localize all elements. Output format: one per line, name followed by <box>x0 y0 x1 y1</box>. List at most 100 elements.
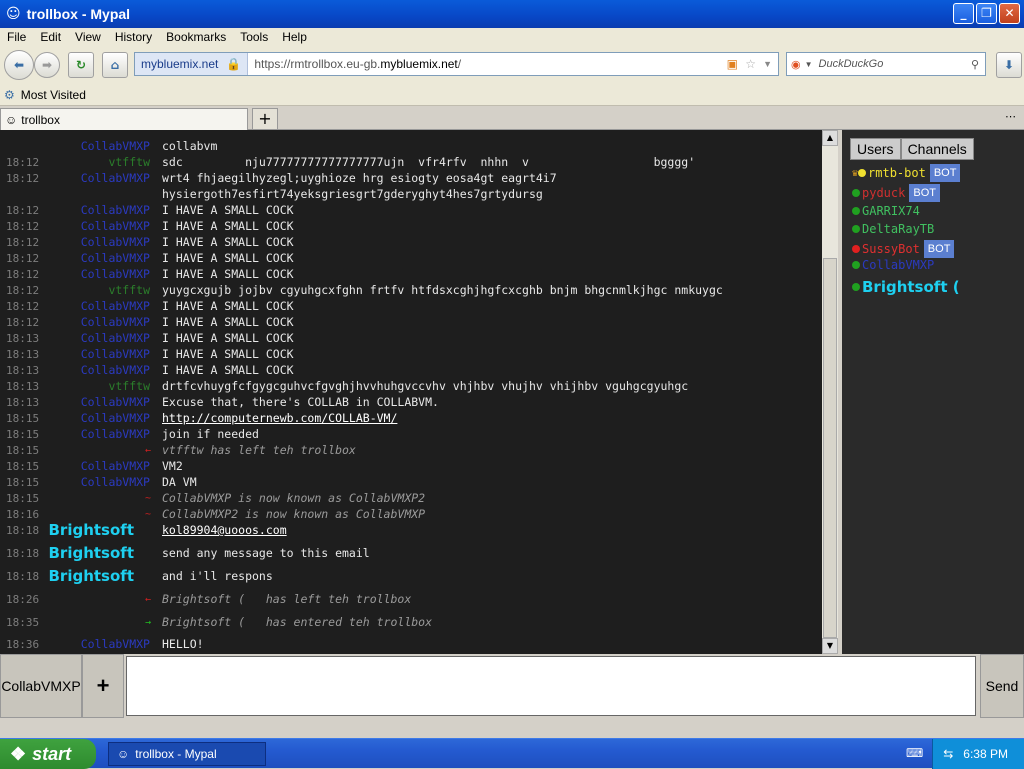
search-box[interactable]: ◉ ▼ DuckDuckGo ⚲ <box>786 52 986 76</box>
message-time: 18:13 <box>6 363 40 377</box>
message-nick[interactable]: CollabVMXP <box>81 395 150 409</box>
scroll-thumb[interactable] <box>823 258 837 638</box>
user-name[interactable]: SussyBot <box>862 242 920 256</box>
url-text[interactable]: https://rmtrollbox.eu-gb.mybluemix.net/ <box>248 57 461 71</box>
menu-view[interactable]: View <box>68 30 108 44</box>
chat-scrollbar[interactable]: ▲ ▼ <box>822 130 838 654</box>
event-arrow-icon: → <box>145 616 152 628</box>
message-nick[interactable]: Brightsoft <box>49 544 135 562</box>
menu-tools[interactable]: Tools <box>233 30 275 44</box>
tab-list-icon[interactable]: ⋯ <box>1005 110 1016 123</box>
message-nick[interactable]: CollabVMXP <box>81 331 150 345</box>
message-nick[interactable]: CollabVMXP <box>81 299 150 313</box>
user-list-item[interactable]: CollabVMXP <box>852 258 934 272</box>
user-list-item[interactable]: pyduck BOT <box>852 184 940 202</box>
tab-channels[interactable]: Channels <box>900 138 974 160</box>
url-bar[interactable]: mybluemix.net 🔒 https://rmtrollbox.eu-gb.… <box>134 52 779 76</box>
message-nick[interactable]: CollabVMXP <box>81 347 150 361</box>
downloads-button[interactable]: ⬇ <box>996 52 1022 78</box>
message-nick[interactable]: CollabVMXP <box>81 219 150 233</box>
message-nick[interactable]: CollabVMXP <box>81 411 150 425</box>
message-nick[interactable]: Brightsoft <box>49 521 135 539</box>
send-button[interactable]: Send <box>980 654 1024 718</box>
message-time: 18:12 <box>6 171 40 185</box>
tab-trollbox[interactable]: ☺ trollbox <box>0 108 248 130</box>
message-nick[interactable]: vtfftw <box>108 155 150 169</box>
network-icon[interactable]: ⇆ <box>943 747 953 761</box>
search-icon[interactable]: ⚲ <box>971 58 979 71</box>
chat-log[interactable]: CollabVMXP collabvm 18:12 vtfftw sdc nju7777… <box>0 130 822 654</box>
user-list-item[interactable]: ♛ rmtb-bot BOT <box>852 164 961 182</box>
message-nick[interactable]: CollabVMXP <box>81 427 150 441</box>
message-nick[interactable]: CollabVMXP <box>81 315 150 329</box>
close-button[interactable]: ✕ <box>999 3 1020 24</box>
keyboard-icon[interactable]: ⌨ <box>906 746 923 760</box>
chat-message: 18:12 CollabVMXP I HAVE A SMALL COCK <box>0 234 822 250</box>
dropdown-icon[interactable]: ▼ <box>763 59 772 69</box>
message-text: I HAVE A SMALL COCK <box>162 267 294 281</box>
forward-icon[interactable]: ➡ <box>34 52 60 78</box>
search-engine-dropdown-icon[interactable]: ▼ <box>805 60 813 69</box>
chat-message: 18:12 CollabVMXP I HAVE A SMALL COCK <box>0 266 822 282</box>
user-list-item[interactable]: DeltaRayTB <box>852 222 934 236</box>
user-list-item[interactable]: SussyBot BOT <box>852 240 955 258</box>
message-text: Excuse that, there's COLLAB in COLLABVM. <box>162 395 439 409</box>
back-button[interactable]: ⬅ <box>4 50 34 80</box>
site-identity[interactable]: mybluemix.net <box>141 57 218 71</box>
message-nick[interactable]: vtfftw <box>108 379 150 393</box>
message-link[interactable]: kol89904@uooos.com <box>162 523 287 537</box>
rss-icon[interactable]: ▣ <box>727 57 738 71</box>
message-time: 18:13 <box>6 331 40 345</box>
most-visited-bookmark[interactable]: Most Visited <box>21 88 86 102</box>
scroll-up-icon[interactable]: ▲ <box>822 130 838 146</box>
message-time: 18:15 <box>6 443 40 457</box>
user-list-item[interactable]: GARRIX74 <box>852 204 920 218</box>
add-button[interactable]: + <box>82 654 124 718</box>
message-nick[interactable]: CollabVMXP <box>81 251 150 265</box>
message-nick[interactable]: CollabVMXP <box>81 267 150 281</box>
duckduckgo-icon[interactable]: ◉ <box>791 58 801 71</box>
user-name[interactable]: CollabVMXP <box>862 258 934 272</box>
user-name[interactable]: DeltaRayTB <box>862 222 934 236</box>
channel-button[interactable]: CollabVMXP <box>0 654 82 718</box>
user-name[interactable]: GARRIX74 <box>862 204 920 218</box>
user-name[interactable]: rmtb-bot <box>868 166 926 180</box>
start-button[interactable]: ❖ start <box>0 739 96 769</box>
message-nick[interactable]: CollabVMXP <box>81 235 150 249</box>
menu-bookmarks[interactable]: Bookmarks <box>159 30 233 44</box>
message-nick[interactable]: CollabVMXP <box>81 459 150 473</box>
message-nick[interactable]: CollabVMXP <box>81 139 150 153</box>
message-text: Brightsoft ( has left teh trollbox <box>162 592 412 606</box>
status-dot-icon <box>852 189 860 197</box>
minimize-button[interactable]: _ <box>953 3 974 24</box>
message-nick[interactable]: CollabVMXP <box>81 637 150 651</box>
user-name[interactable]: Brightsoft ( <box>862 278 960 296</box>
message-link[interactable]: http://computernewb.com/COLLAB-VM/ <box>162 411 397 425</box>
message-nick[interactable]: CollabVMXP <box>81 363 150 377</box>
home-button[interactable]: ⌂ <box>102 52 128 78</box>
tab-users[interactable]: Users <box>850 138 901 160</box>
reload-button[interactable]: ↻ <box>68 52 94 78</box>
chat-message: CollabVMXP collabvm <box>0 138 822 154</box>
message-nick[interactable]: CollabVMXP <box>81 203 150 217</box>
star-icon[interactable]: ☆ <box>745 57 756 71</box>
new-tab-button[interactable]: + <box>252 108 278 130</box>
menu-edit[interactable]: Edit <box>33 30 68 44</box>
message-nick[interactable]: CollabVMXP <box>81 475 150 489</box>
message-time: 18:12 <box>6 155 40 169</box>
message-nick[interactable]: Brightsoft <box>49 567 135 585</box>
message-input[interactable] <box>126 656 976 716</box>
message-text: I HAVE A SMALL COCK <box>162 363 294 377</box>
bookmarks-toolbar: ⚙ Most Visited <box>0 84 1024 106</box>
user-list-item[interactable]: Brightsoft ( <box>852 278 960 296</box>
scroll-down-icon[interactable]: ▼ <box>822 638 838 654</box>
menu-file[interactable]: File <box>0 30 33 44</box>
taskbar-item-mypal[interactable]: ☺ trollbox - Mypal <box>108 742 266 766</box>
message-nick[interactable]: CollabVMXP <box>81 171 150 185</box>
user-name[interactable]: pyduck <box>862 186 905 200</box>
message-time: 18:12 <box>6 219 40 233</box>
message-nick[interactable]: vtfftw <box>108 283 150 297</box>
menu-help[interactable]: Help <box>275 30 314 44</box>
maximize-button[interactable]: ❐ <box>976 3 997 24</box>
menu-history[interactable]: History <box>108 30 159 44</box>
